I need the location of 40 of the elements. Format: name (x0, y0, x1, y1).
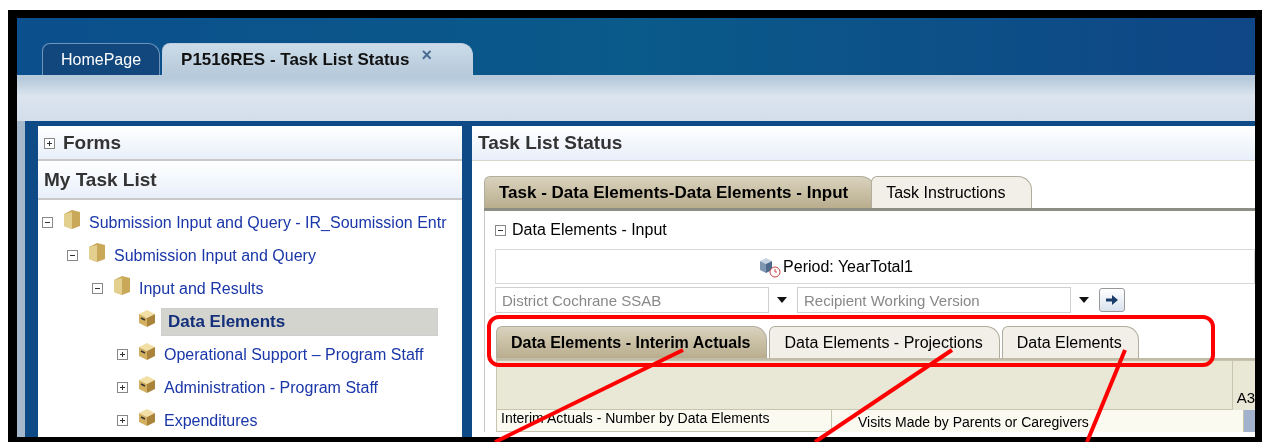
go-button[interactable] (1099, 288, 1125, 312)
cube-icon (137, 406, 157, 427)
form-tab[interactable]: Data Elements - Projections (769, 326, 1000, 358)
app-tab[interactable]: HomePage (42, 43, 161, 75)
caret-icon[interactable] (1079, 297, 1089, 303)
collapse-icon[interactable] (495, 224, 506, 236)
section-title: Data Elements - Input (512, 221, 667, 239)
close-icon[interactable]: × (421, 45, 432, 66)
dimension-dropdown[interactable]: District Cochrane SSAB (495, 287, 769, 313)
cube-clock-icon (757, 255, 784, 278)
cube-icon (137, 373, 157, 394)
expand-icon[interactable] (117, 349, 128, 360)
table-cell: Visits Made by Parents or Caregivers (832, 410, 1244, 432)
arrow-icon (1105, 294, 1119, 306)
tree-item[interactable]: Submission Input and Query - IR_Soumission Entr (86, 212, 450, 233)
folder-icon (112, 273, 132, 296)
expand-icon[interactable] (117, 415, 128, 426)
task-tab[interactable]: Task Instructions (871, 176, 1033, 208)
expand-icon[interactable] (117, 382, 128, 393)
tree-item[interactable]: Administration - Program Staff (161, 377, 381, 398)
folder-icon (62, 207, 82, 230)
folder-icon (87, 240, 107, 263)
caret-icon[interactable] (777, 297, 787, 303)
form-tab[interactable]: Data Elements (1001, 326, 1139, 358)
column-header: A3 (1232, 360, 1255, 410)
dimension-dropdown[interactable]: Recipient Working Version (797, 287, 1071, 313)
expand-icon[interactable] (92, 283, 103, 294)
cube-icon (137, 307, 157, 328)
expand-icon[interactable] (42, 217, 53, 228)
tree-item[interactable]: Data Elements (161, 307, 438, 336)
period-label: Period: YearTotal1 (783, 257, 913, 276)
tree-item[interactable]: Operational Support – Program Staff (161, 344, 427, 365)
tree-item[interactable]: Expenditures (161, 410, 261, 431)
cube-icon (137, 340, 157, 361)
form-tab[interactable]: Data Elements - Interim Actuals (496, 326, 768, 358)
app-tab[interactable]: P1516RES - Task List Status × (162, 43, 473, 75)
tree-item[interactable]: Input and Results (136, 278, 267, 299)
value-cell[interactable] (1244, 410, 1255, 432)
expand-icon[interactable] (67, 250, 78, 261)
tree-item[interactable]: Submission Input and Query (111, 245, 319, 266)
